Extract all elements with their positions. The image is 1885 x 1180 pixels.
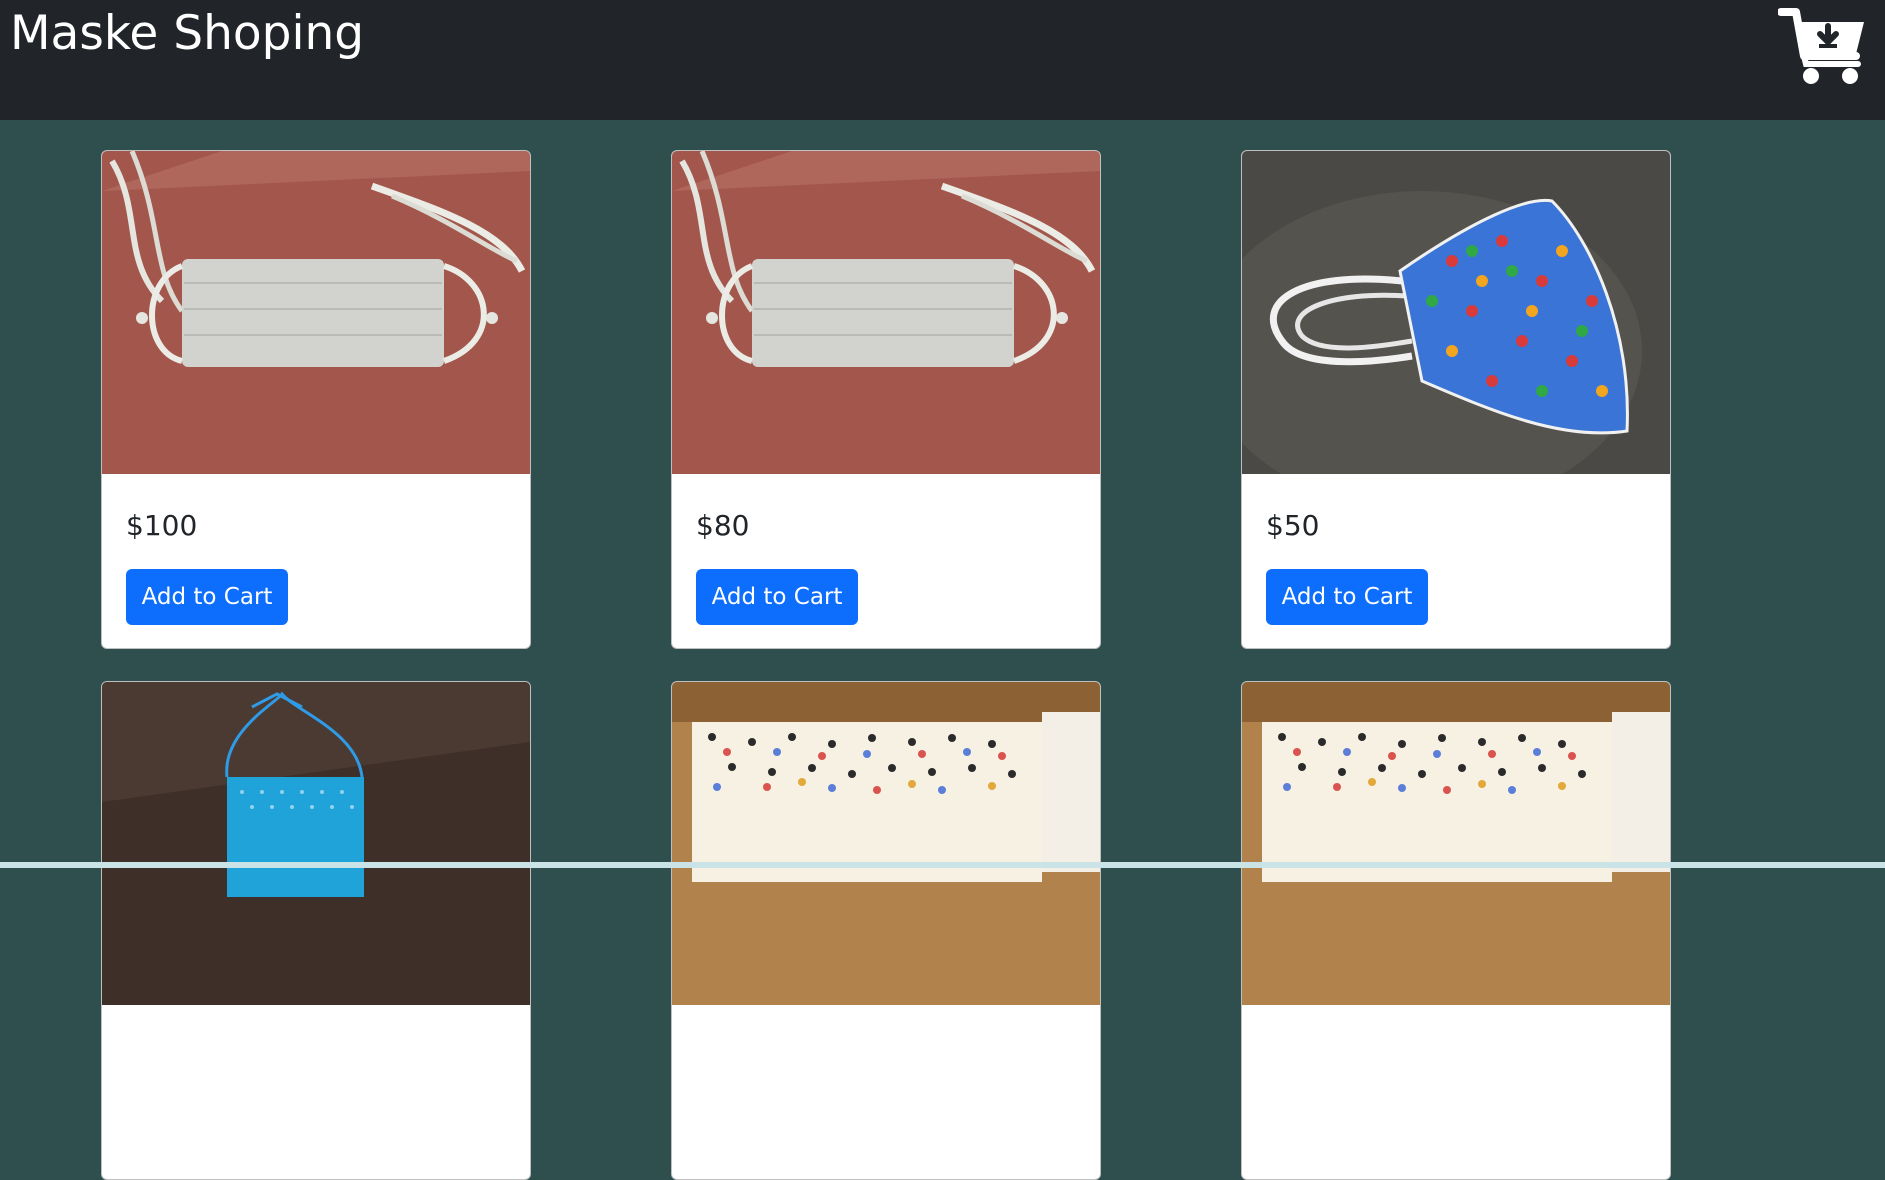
product-image[interactable] — [672, 682, 1100, 1005]
product-card — [101, 681, 531, 1180]
product-price: $100 — [126, 509, 198, 542]
product-image[interactable] — [102, 151, 530, 474]
bottom-scroll-edge — [0, 862, 1885, 868]
product-card — [671, 681, 1101, 1180]
product-grid: $100 Add to Cart $80 Add to Cart $50 Add… — [0, 0, 1885, 1180]
product-image[interactable] — [102, 682, 530, 1005]
product-image[interactable] — [1242, 151, 1670, 474]
product-image[interactable] — [672, 151, 1100, 474]
product-price: $50 — [1266, 509, 1320, 542]
product-card: $80 Add to Cart — [671, 150, 1101, 649]
product-image[interactable] — [1242, 682, 1670, 1005]
add-to-cart-button[interactable]: Add to Cart — [1266, 569, 1428, 625]
add-to-cart-button[interactable]: Add to Cart — [696, 569, 858, 625]
product-card: $50 Add to Cart — [1241, 150, 1671, 649]
product-card — [1241, 681, 1671, 1180]
product-price: $80 — [696, 509, 750, 542]
product-card: $100 Add to Cart — [101, 150, 531, 649]
add-to-cart-button[interactable]: Add to Cart — [126, 569, 288, 625]
